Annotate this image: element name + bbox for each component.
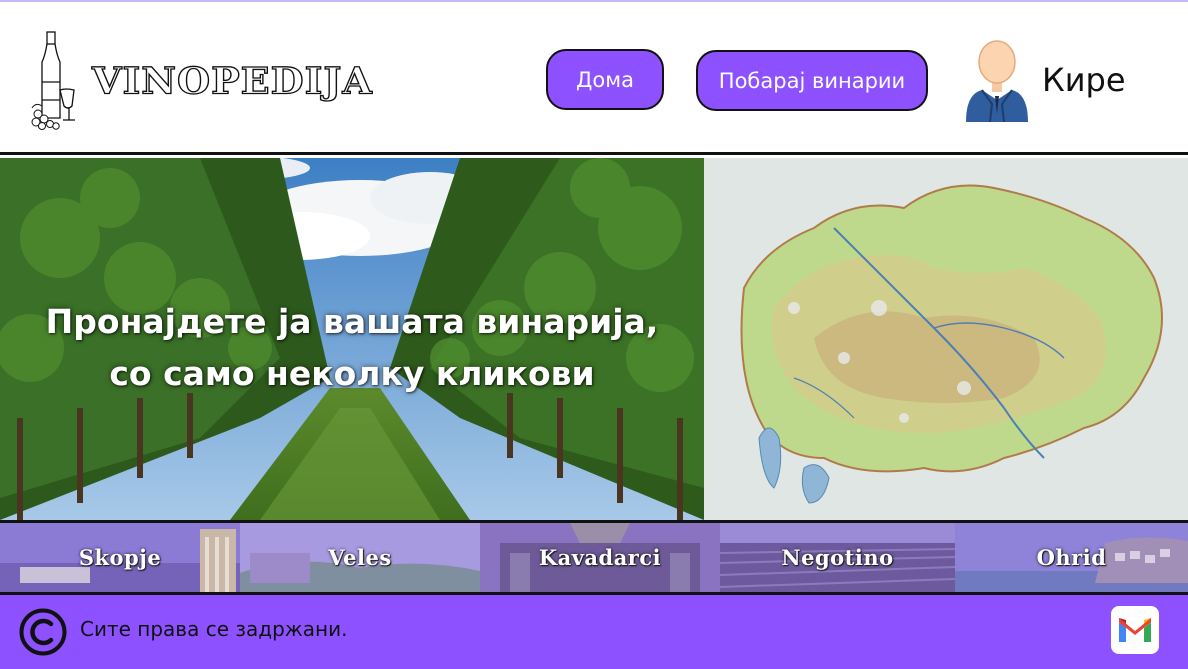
user-profile[interactable]: Кире [962,38,1126,122]
gmail-icon[interactable] [1111,606,1159,654]
city-label-skopje: Skopje [78,545,162,570]
city-card-negotino[interactable]: Negotino [720,523,955,592]
hero-title: Пронајдете ја вашата винарија, со само н… [0,296,704,400]
city-label-kavadarci: Kavadarci [538,545,662,570]
wine-bottle-icon [31,31,75,130]
search-wineries-button[interactable]: Побарај винарии [696,50,928,111]
city-label-ohrid: Ohrid [1036,545,1107,570]
copyright-icon [19,608,67,656]
city-strip: Skopje Veles Kavadarci Negotino Ohrid [0,520,1188,595]
site-header: VINOPEDIJA Дома Побарај винарии Кире [0,0,1188,155]
copyright-text: Сите права се задржани. [80,617,348,641]
city-card-kavadarci[interactable]: Kavadarci [480,523,720,592]
city-card-ohrid[interactable]: Ohrid [955,523,1188,592]
logo-wordmark: VINOPEDIJA [91,58,373,102]
city-card-skopje[interactable]: Skopje [0,523,240,592]
city-card-veles[interactable]: Veles [240,523,480,592]
vineyard-image: Пронајдете ја вашата винарија, со само н… [0,158,704,520]
relief-map[interactable] [704,158,1188,520]
site-logo[interactable]: VINOPEDIJA [30,30,373,130]
site-footer: Сите права се задржани. [0,595,1188,669]
city-label-veles: Veles [328,545,392,570]
hero-title-line-1: Пронајдете ја вашата винарија, [45,302,659,341]
hero-title-line-2: со само неколку кликови [109,354,595,393]
city-label-negotino: Negotino [781,545,894,570]
home-button[interactable]: Дома [546,49,664,110]
user-name: Кире [1042,61,1126,99]
avatar [966,40,1028,122]
hero-banner: Пронајдете ја вашата винарија, со само н… [0,158,1188,520]
